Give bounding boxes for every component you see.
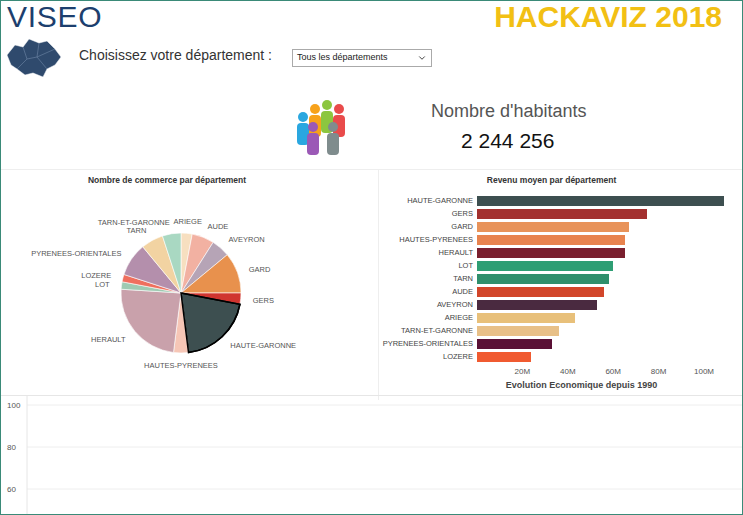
- people-icon: [291, 95, 357, 161]
- logo: VISEO: [7, 2, 102, 32]
- pie-label: TARN-ET-GARONNE: [98, 218, 170, 227]
- svg-text:40M: 40M: [560, 367, 576, 376]
- bar[interactable]: [477, 248, 625, 258]
- bar[interactable]: [477, 339, 552, 349]
- pie-label: AVEYRON: [229, 235, 265, 244]
- svg-text:20M: 20M: [515, 367, 531, 376]
- bar-row[interactable]: TARN-ET-GARONNE: [381, 325, 742, 337]
- bar-row[interactable]: ARIEGE: [381, 312, 742, 324]
- bar-label: AUDE: [381, 288, 477, 296]
- svg-text:100M: 100M: [694, 367, 714, 376]
- bar-row[interactable]: LOT: [381, 260, 742, 272]
- bar-row[interactable]: HAUTE-GARONNE: [381, 195, 742, 207]
- bar-label: PYRENEES-ORIENTALES: [381, 340, 477, 348]
- bar[interactable]: [477, 235, 625, 245]
- pie-label: GARD: [249, 264, 271, 273]
- bar-row[interactable]: GERS: [381, 208, 742, 220]
- pie-label: PYRENEES-ORIENTALES: [31, 248, 121, 257]
- bar[interactable]: [477, 209, 647, 219]
- bar[interactable]: [477, 287, 604, 297]
- pie-label: TARN: [126, 226, 146, 235]
- bar-label: TARN-ET-GARONNE: [381, 327, 477, 335]
- svg-text:80: 80: [7, 443, 16, 452]
- bar-label: HAUTES-PYRENEES: [381, 236, 477, 244]
- bar[interactable]: [477, 261, 613, 271]
- pie-slice[interactable]: [181, 255, 241, 293]
- bar[interactable]: [477, 222, 629, 232]
- bar-label: LOZERE: [381, 353, 477, 361]
- population-row: Nombre d'habitants2 244 256: [1, 86, 742, 169]
- bar-row[interactable]: HERAULT: [381, 247, 742, 259]
- pie-label: HERAULT: [91, 335, 126, 344]
- population-value: 2 244 256: [461, 125, 554, 157]
- pie-label: AUDE: [208, 222, 229, 231]
- bar-row[interactable]: AUDE: [381, 286, 742, 298]
- bar[interactable]: [477, 326, 559, 336]
- bar-label: LOT: [381, 262, 477, 270]
- bar[interactable]: [477, 274, 609, 284]
- pie-label: HAUTE-GARONNE: [230, 341, 296, 350]
- chevron-icon: [417, 53, 427, 63]
- pie-label: GERS: [253, 296, 274, 305]
- bar[interactable]: [477, 196, 724, 206]
- bar-row[interactable]: PYRENEES-ORIENTALES: [381, 338, 742, 350]
- bar-label: TARN: [381, 275, 477, 283]
- map-icon: [3, 35, 65, 79]
- department-select[interactable]: Tous les départements: [292, 49, 432, 67]
- svg-text:60M: 60M: [605, 367, 621, 376]
- pie-slice[interactable]: [162, 233, 181, 293]
- bar-label: ARIEGE: [381, 314, 477, 322]
- charts-row: Nombre de commerce par département ARIEGE…: [1, 169, 742, 395]
- bar[interactable]: [477, 300, 597, 310]
- line-chart-axis: 100 80 60: [1, 396, 742, 514]
- bar-chart: HAUTE-GARONNE GERS GARD HAUTES-PYRENEES HERA…: [381, 195, 742, 379]
- bar-label: HAUTE-GARONNE: [381, 197, 477, 205]
- filter-label: Choisissez votre département :: [79, 45, 272, 66]
- bar-label: GARD: [381, 223, 477, 231]
- bar[interactable]: [477, 352, 531, 362]
- population-label: Nombre d'habitants: [431, 98, 587, 125]
- bar-label: GERS: [381, 210, 477, 218]
- bar-panel: Revenu moyen par départementHAUTE-GARONN…: [379, 170, 742, 400]
- svg-text:60: 60: [7, 485, 16, 494]
- line-chart: 100 80 60: [1, 395, 742, 514]
- pie-label: LOZERE: [81, 271, 111, 280]
- dashboard: VISEOHACKAVIZ 2018Choisissez votre dépar…: [0, 0, 743, 515]
- line-chart-title: Evolution Economique depuis 1990: [381, 379, 742, 393]
- bar-row[interactable]: GARD: [381, 221, 742, 233]
- bar-label: HERAULT: [381, 249, 477, 257]
- bar-title: Revenu moyen par département: [381, 170, 742, 195]
- pie-chart: ARIEGE AUDEAVEYRON GARD GERS HAUTE-GARONNE HA…: [1, 195, 379, 400]
- pie-panel: Nombre de commerce par départementARIEGE…: [1, 170, 379, 400]
- svg-text:100: 100: [7, 401, 21, 410]
- event-title: HACKAVIZ 2018: [494, 2, 736, 32]
- bar-label: AVEYRON: [381, 301, 477, 309]
- pie-slice[interactable]: [121, 289, 181, 352]
- svg-text:80M: 80M: [651, 367, 667, 376]
- bar-row[interactable]: TARN: [381, 273, 742, 285]
- bar[interactable]: [477, 313, 575, 323]
- pie-label: ARIEGE: [174, 217, 202, 226]
- header: VISEO HACKAVIZ 2018: [1, 1, 742, 35]
- filter-row: Choisissez votre département : Tous les d…: [1, 35, 742, 86]
- pie-label: LOT: [95, 280, 110, 289]
- pie-label: HAUTES-PYRENEES: [144, 361, 218, 370]
- bar-row[interactable]: LOZERE: [381, 351, 742, 363]
- bar-row[interactable]: AVEYRON: [381, 299, 742, 311]
- pie-title: Nombre de commerce par département: [1, 170, 378, 195]
- bar-row[interactable]: HAUTES-PYRENEES: [381, 234, 742, 246]
- x-axis: 20M 40M 60M 80M 100M: [477, 363, 737, 379]
